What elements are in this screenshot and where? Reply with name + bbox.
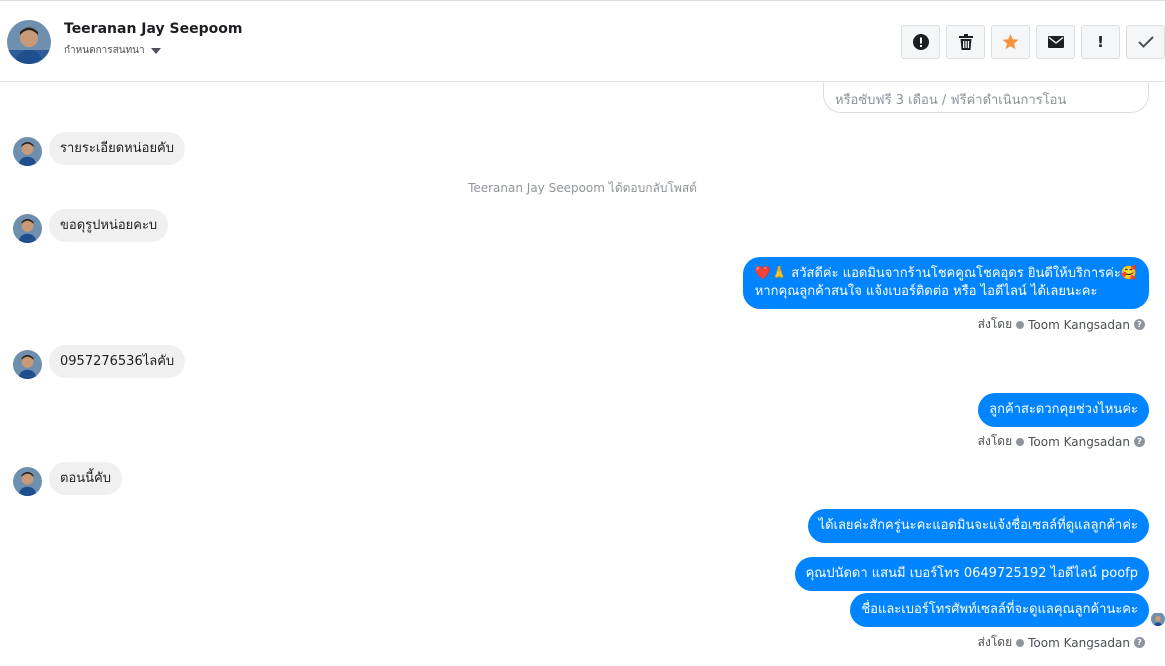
message-line: หากคุณลูกค้าสนใจ แจ้งเบอร์ติดต่อ หรือ ไอ… bbox=[754, 284, 1098, 299]
contact-avatar-small bbox=[13, 350, 42, 379]
help-icon[interactable]: ? bbox=[1134, 319, 1145, 330]
agent-name[interactable]: Toom Kangsadan bbox=[1028, 636, 1130, 650]
mark-spam-button[interactable] bbox=[901, 25, 940, 59]
shared-post-card[interactable]: หรือซับฟรี 3 เดือน / ฟรีค่าดำเนินการโอน bbox=[823, 83, 1149, 113]
contact-avatar-small bbox=[13, 137, 42, 166]
conversation-options-label: กำหนดการสนทนา bbox=[64, 45, 145, 56]
message-line: ❤️🙏 สวัสดีค่ะ แอดมินจากร้านโชคคูณโชคอุดร… bbox=[754, 266, 1137, 281]
message-thread[interactable]: หรือซับฟรี 3 เดือน / ฟรีค่าดำเนินการโอน … bbox=[0, 83, 1165, 666]
sent-by-label: ส่งโดย Toom Kangsadan ? bbox=[978, 315, 1145, 334]
seen-avatar bbox=[1151, 612, 1165, 626]
message-outgoing[interactable]: คุณปนัดดา แสนมี เบอร์โทร 0649725192 ไอดี… bbox=[794, 557, 1149, 591]
envelope-icon bbox=[1047, 36, 1064, 48]
conversation-toolbar: ! bbox=[901, 25, 1165, 59]
message-incoming[interactable]: ขอดุรูปหน่อยคะบ bbox=[49, 209, 169, 242]
caret-down-icon bbox=[150, 47, 161, 54]
message-outgoing[interactable]: ได้เลยค่ะสักครู่นะคะแอดมินจะแจ้งชื่อเซลล… bbox=[807, 509, 1149, 543]
checkmark-icon bbox=[1137, 36, 1154, 48]
verified-dot-icon bbox=[1016, 320, 1025, 329]
agent-name[interactable]: Toom Kangsadan bbox=[1028, 318, 1130, 332]
mark-done-button[interactable] bbox=[1126, 25, 1165, 59]
verified-dot-icon bbox=[1016, 638, 1025, 647]
shared-post-text: หรือซับฟรี 3 เดือน / ฟรีค่าดำเนินการโอน bbox=[835, 93, 1067, 108]
mark-important-button[interactable]: ! bbox=[1081, 25, 1120, 59]
help-icon[interactable]: ? bbox=[1134, 436, 1145, 447]
delete-button[interactable] bbox=[946, 25, 985, 59]
message-incoming[interactable]: 0957276536ไลคับ bbox=[49, 345, 186, 378]
message-outgoing[interactable]: ชื่อและเบอร์โทรศัพท์เซลล์ที่จะดูแลคุณลูก… bbox=[850, 593, 1149, 627]
help-icon[interactable]: ? bbox=[1134, 637, 1145, 648]
message-incoming[interactable]: รายระเอียดหน่อยคับ bbox=[49, 132, 186, 165]
system-note: Teeranan Jay Seepoom ได้ตอบกลับโพสต์ bbox=[468, 181, 697, 195]
trash-icon bbox=[958, 34, 973, 50]
contact-avatar-small bbox=[13, 214, 42, 243]
conversation-options-dropdown[interactable]: กำหนดการสนทนา bbox=[64, 43, 161, 58]
contact-avatar-small bbox=[13, 467, 42, 496]
alert-circle-icon bbox=[912, 34, 929, 50]
agent-name[interactable]: Toom Kangsadan bbox=[1028, 435, 1130, 449]
verified-dot-icon bbox=[1016, 437, 1025, 446]
star-button[interactable] bbox=[991, 25, 1030, 59]
message-incoming[interactable]: ตอนนี้คับ bbox=[49, 462, 122, 495]
sent-by-label: ส่งโดย Toom Kangsadan ? bbox=[978, 633, 1145, 652]
contact-name[interactable]: Teeranan Jay Seepoom bbox=[64, 21, 242, 37]
mark-unread-button[interactable] bbox=[1036, 25, 1075, 59]
message-outgoing[interactable]: ลูกค้าสะดวกคุยช่วงไหนค่ะ bbox=[978, 393, 1149, 427]
exclamation-icon: ! bbox=[1097, 33, 1104, 51]
conversation-header: Teeranan Jay Seepoom กำหนดการสนทนา ! bbox=[0, 0, 1165, 82]
sent-by-label: ส่งโดย Toom Kangsadan ? bbox=[978, 432, 1145, 451]
message-outgoing[interactable]: ❤️🙏 สวัสดีค่ะ แอดมินจากร้านโชคคูณโชคอุดร… bbox=[742, 257, 1149, 309]
contact-avatar[interactable] bbox=[7, 20, 51, 64]
star-icon bbox=[1002, 34, 1019, 50]
